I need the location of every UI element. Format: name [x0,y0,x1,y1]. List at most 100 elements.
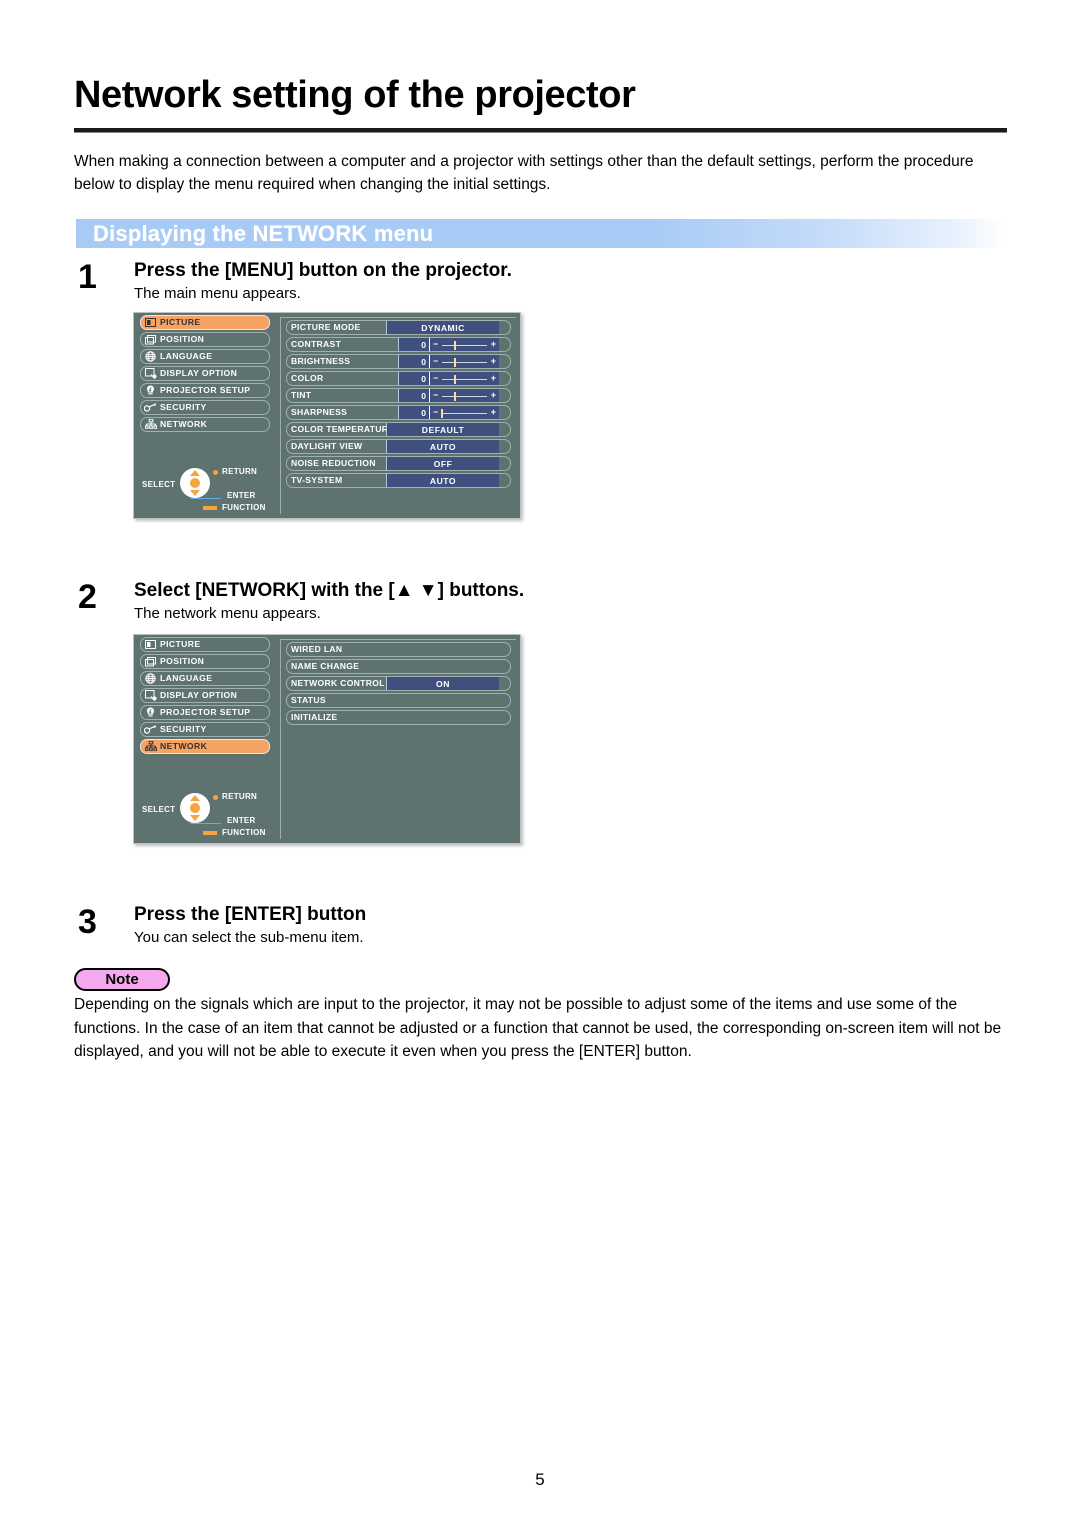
osd-slider[interactable]: − + [429,338,499,351]
projector-setup-icon [143,385,158,396]
osd-submenu-item-label: NOISE REDUCTION [291,458,376,469]
osd-submenu-item-wired-lan[interactable]: WIRED LAN [286,642,511,657]
step-1-subtitle: The main menu appears. [134,285,301,302]
osd-menu-item-position[interactable]: POSITION [140,654,270,669]
slider-plus-icon[interactable]: + [491,340,496,349]
slider-track [442,412,487,414]
slider-plus-icon[interactable]: + [491,374,496,383]
osd-submenu-item-brightness[interactable]: BRIGHTNESS 0− + [286,354,511,369]
osd-menu-item-display-option[interactable]: DISPLAY OPTION [140,366,270,381]
osd-slider[interactable]: − + [429,355,499,368]
slider-thumb[interactable] [454,392,457,401]
osd-submenu-item-tint[interactable]: TINT 0− + [286,388,511,403]
nav-up-arrow-icon [190,470,200,476]
slider-minus-icon[interactable]: − [433,408,438,417]
osd-menu-item-network[interactable]: NETWORK [140,417,270,432]
slider-minus-icon[interactable]: − [433,357,438,366]
osd-menu-item-label: NETWORK [160,741,208,752]
nav-enter-label: ENTER [227,816,256,825]
osd-main-menu-screenshot: PICTURE POSITION LANGUAGE DISPLAY OPTION PRO… [133,312,521,519]
slider-plus-icon[interactable]: + [491,408,496,417]
osd-submenu-item-tv-system[interactable]: TV-SYSTEM AUTO [286,473,511,488]
slider-thumb[interactable] [454,375,457,384]
osd-submenu-item-daylight-view[interactable]: DAYLIGHT VIEW AUTO [286,439,511,454]
slider-plus-icon[interactable]: + [491,391,496,400]
key-icon [143,724,158,735]
slider-track [442,378,487,380]
osd-menu-item-network[interactable]: NETWORK [140,739,270,754]
slider-minus-icon[interactable]: − [433,374,438,383]
osd-slider-value: 0 [398,406,429,419]
osd-menu-item-security[interactable]: SECURITY [140,722,270,737]
page-title: Network setting of the projector [74,74,636,116]
osd-menu-item-position[interactable]: POSITION [140,332,270,347]
osd-submenu-item-label: STATUS [291,695,326,706]
osd-2-menu-list: PICTURE POSITION LANGUAGE DISPLAY OPTION PRO… [134,637,276,754]
slider-thumb[interactable] [441,409,444,418]
osd-submenu-item-picture-mode[interactable]: PICTURE MODE DYNAMIC [286,320,511,335]
display-option-icon [143,368,158,379]
display-option-icon [143,690,158,701]
osd-menu-item-language[interactable]: LANGUAGE [140,349,270,364]
osd-slider[interactable]: − + [429,372,499,385]
osd-2-submenu-list: WIRED LAN NAME CHANGE NETWORK CONTROL ON STA… [281,642,516,725]
nav-return-label: RETURN [222,792,258,801]
osd-slider[interactable]: − + [429,389,499,402]
nav-enter-label: ENTER [227,491,256,500]
slider-minus-icon[interactable]: − [433,340,438,349]
osd-menu-item-language[interactable]: LANGUAGE [140,671,270,686]
osd-submenu-item-label: NETWORK CONTROL [291,678,385,689]
osd-submenu-item-value[interactable]: DYNAMIC [386,321,499,334]
step-1-title: Press the [MENU] button on the projector… [134,260,512,281]
osd-menu-item-display-option[interactable]: DISPLAY OPTION [140,688,270,703]
osd-slider[interactable]: − + [429,406,499,419]
osd-menu-item-label: POSITION [160,656,205,667]
osd-submenu-item-initialize[interactable]: INITIALIZE [286,710,511,725]
osd-submenu-item-label: COLOR [291,373,324,384]
osd-submenu-item-value[interactable]: DEFAULT [386,423,499,436]
osd-submenu-item-contrast[interactable]: CONTRAST 0− + [286,337,511,352]
osd-submenu-item-value[interactable]: ON [386,677,499,690]
osd-1-left-panel: PICTURE POSITION LANGUAGE DISPLAY OPTION PRO… [134,313,276,518]
osd-submenu-item-sharpness[interactable]: SHARPNESS 0− + [286,405,511,420]
osd-submenu-item-color-temperature[interactable]: COLOR TEMPERATURE DEFAULT [286,422,511,437]
nav-function-bar-icon [203,831,217,835]
note-badge: Note [74,968,170,991]
osd-menu-item-label: LANGUAGE [160,351,213,362]
note-text: Depending on the signals which are input… [74,996,1002,1060]
slider-thumb[interactable] [454,341,457,350]
osd-menu-item-picture[interactable]: PICTURE [140,637,270,652]
osd-1-nav-legend: SELECT RETURN ENTER FUNCTION [138,460,274,514]
slider-thumb[interactable] [454,358,457,367]
step-2-number: 2 [78,578,97,616]
osd-submenu-item-status[interactable]: STATUS [286,693,511,708]
osd-submenu-item-value[interactable]: AUTO [386,440,499,453]
osd-submenu-item-noise-reduction[interactable]: NOISE REDUCTION OFF [286,456,511,471]
nav-select-label: SELECT [142,805,176,814]
key-icon [143,402,158,413]
title-divider [74,128,1007,133]
osd-menu-item-label: PICTURE [160,639,201,650]
osd-submenu-item-label: INITIALIZE [291,712,338,723]
nav-enter-button-icon [190,803,200,813]
document-page: Network setting of the projector When ma… [0,0,1080,1527]
slider-track [442,395,487,397]
step-3-title: Press the [ENTER] button [134,904,367,925]
nav-function-bar-icon [203,506,217,510]
osd-network-menu-screenshot: PICTURE POSITION LANGUAGE DISPLAY OPTION PRO… [133,634,521,844]
osd-menu-item-projector-setup[interactable]: PROJECTOR SETUP [140,383,270,398]
network-icon [143,419,158,430]
osd-menu-item-picture[interactable]: PICTURE [140,315,270,330]
slider-minus-icon[interactable]: − [433,391,438,400]
osd-submenu-item-value[interactable]: AUTO [386,474,499,487]
osd-menu-item-projector-setup[interactable]: PROJECTOR SETUP [140,705,270,720]
osd-menu-item-security[interactable]: SECURITY [140,400,270,415]
step-2-title: Select [NETWORK] with the [▲ ▼] buttons. [134,580,525,601]
osd-submenu-item-network-control[interactable]: NETWORK CONTROL ON [286,676,511,691]
osd-submenu-item-value[interactable]: OFF [386,457,499,470]
position-icon [143,656,158,667]
slider-plus-icon[interactable]: + [491,357,496,366]
osd-submenu-item-name-change[interactable]: NAME CHANGE [286,659,511,674]
osd-submenu-item-color[interactable]: COLOR 0− + [286,371,511,386]
osd-menu-item-label: SECURITY [160,724,207,735]
